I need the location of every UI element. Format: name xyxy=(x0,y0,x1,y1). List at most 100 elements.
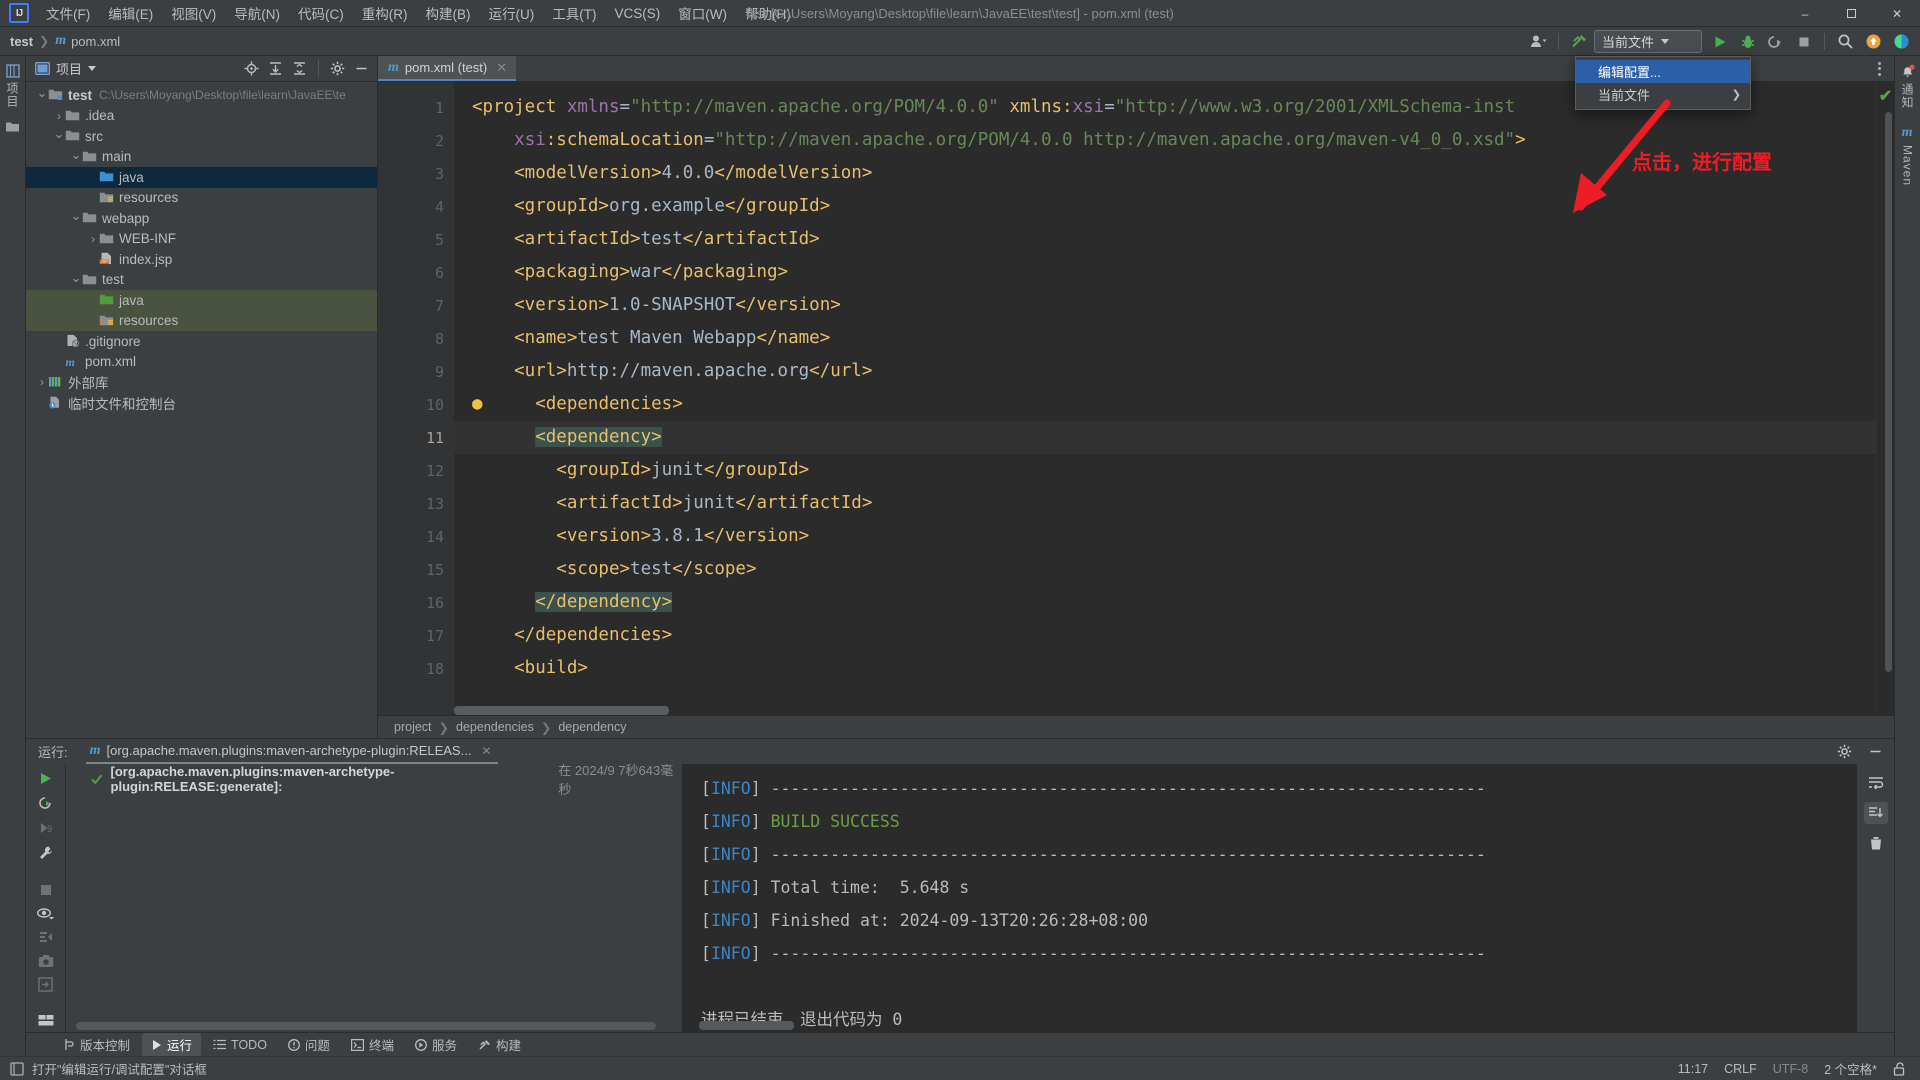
gutter-line-2[interactable]: 2 xyxy=(378,124,454,157)
gutter-line-4[interactable]: 4 xyxy=(378,190,454,223)
update-icon[interactable] xyxy=(1860,30,1886,54)
editor-gutter[interactable]: 1 2 3 4 5 6 7 8 9 10 11 12 13 14 15 16 17 18 xyxy=(378,82,467,715)
code-line-8[interactable]: <name>test Maven Webapp</name> xyxy=(454,322,1876,355)
locate-icon[interactable] xyxy=(241,59,262,79)
code-line-4[interactable]: <groupId>org.example</groupId> xyxy=(454,190,1876,223)
layout-icon[interactable] xyxy=(34,1014,58,1027)
menu-run[interactable]: 运行(U) xyxy=(480,0,544,27)
gutter-line-11[interactable]: 11 xyxy=(378,421,467,454)
menu-file[interactable]: 文件(F) xyxy=(37,0,99,27)
search-icon[interactable] xyxy=(1832,30,1858,54)
editor-code-content[interactable]: <project xmlns="http://maven.apache.org/… xyxy=(454,82,1876,715)
tree-expand-arrow[interactable]: ⌄ xyxy=(53,126,65,142)
import-icon[interactable] xyxy=(34,977,58,992)
menu-refactor[interactable]: 重构(R) xyxy=(353,0,417,27)
tree-node--gitignore[interactable]: .gitignore xyxy=(26,331,377,352)
menu-code[interactable]: 代码(C) xyxy=(289,0,353,27)
expand-all-icon[interactable] xyxy=(265,59,286,79)
run-session-tab[interactable]: m [org.apache.maven.plugins:maven-archet… xyxy=(85,739,498,764)
tree-node-main[interactable]: ⌄ main xyxy=(26,147,377,168)
tree-node---------[interactable]: 临时文件和控制台 xyxy=(26,393,377,414)
console-horizontal-scrollbar[interactable] xyxy=(699,1021,1399,1030)
tree-node----[interactable]: › 外部库 xyxy=(26,372,377,393)
camera-icon[interactable] xyxy=(34,954,58,968)
close-button[interactable]: ✕ xyxy=(1874,0,1920,27)
run-tree-horizontal-scrollbar[interactable] xyxy=(76,1022,676,1030)
tree-node-test[interactable]: ⌄ test xyxy=(26,270,377,291)
status-encoding[interactable]: UTF-8 xyxy=(1773,1062,1808,1076)
code-editor[interactable]: 1 2 3 4 5 6 7 8 9 10 11 12 13 14 15 16 17 18 <project xml… xyxy=(378,82,1894,715)
intention-bulb-icon[interactable]: ● xyxy=(472,394,483,414)
tree-node-web-inf[interactable]: › WEB-INF xyxy=(26,229,377,250)
code-line-12[interactable]: <groupId>junit</groupId> xyxy=(454,454,1876,487)
status-indent[interactable]: 2 个空格* xyxy=(1824,1059,1877,1078)
menu-tools[interactable]: 工具(T) xyxy=(543,0,605,27)
code-line-11[interactable]: <dependency> xyxy=(454,421,1876,454)
trash-icon[interactable] xyxy=(1864,832,1888,854)
gutter-line-13[interactable]: 13 xyxy=(378,487,454,520)
code-line-13[interactable]: <artifactId>junit</artifactId> xyxy=(454,487,1876,520)
close-run-tab-icon[interactable]: ✕ xyxy=(481,744,491,758)
code-line-5[interactable]: <artifactId>test</artifactId> xyxy=(454,223,1876,256)
menu-edit[interactable]: 编辑(E) xyxy=(99,0,162,27)
account-icon[interactable] xyxy=(1525,30,1551,54)
build-hammer-icon[interactable] xyxy=(1566,30,1592,54)
nav-project-name[interactable]: test xyxy=(10,34,33,49)
gutter-line-7[interactable]: 7 xyxy=(378,289,454,322)
run-tree-row[interactable]: [org.apache.maven.plugins:maven-archetyp… xyxy=(66,763,682,797)
tool-window-run[interactable]: 运行 xyxy=(142,1033,202,1056)
hide-panel-icon[interactable] xyxy=(351,59,372,79)
stop-icon-run[interactable] xyxy=(34,883,58,897)
tree-expand-arrow[interactable]: ⌄ xyxy=(70,147,82,163)
menu-build[interactable]: 构建(B) xyxy=(417,0,480,27)
soft-wrap-icon[interactable] xyxy=(1864,772,1888,794)
rail-item-notifications[interactable]: 通知 xyxy=(1899,62,1916,111)
popup-item-edit-configurations[interactable]: 编辑配置... xyxy=(1576,60,1750,83)
editor-inspection-bar[interactable]: ✔ xyxy=(1876,82,1894,715)
ide-assistant-icon[interactable] xyxy=(1888,30,1914,54)
tool-window-problems[interactable]: 问题 xyxy=(279,1033,339,1056)
tree-node--idea[interactable]: › .idea xyxy=(26,106,377,127)
code-line-10[interactable]: ● <dependencies> xyxy=(454,388,1876,421)
status-caret-position[interactable]: 11:17 xyxy=(1678,1062,1708,1076)
gutter-line-6[interactable]: 6 xyxy=(378,256,454,289)
tool-window-build[interactable]: 构建 xyxy=(469,1033,530,1056)
code-line-15[interactable]: <scope>test</scope> xyxy=(454,553,1876,586)
gutter-line-16[interactable]: 16 xyxy=(378,586,467,619)
tree-expand-arrow[interactable]: › xyxy=(36,375,48,389)
settings-gear-icon[interactable] xyxy=(327,59,348,79)
popup-item-current-file[interactable]: 当前文件 ❯ xyxy=(1576,83,1750,106)
gutter-line-9[interactable]: 9 xyxy=(378,355,454,388)
eye-filter-icon[interactable] xyxy=(34,906,58,920)
code-line-14[interactable]: <version>3.8.1</version> xyxy=(454,520,1876,553)
scroll-to-end-icon[interactable] xyxy=(1863,802,1888,824)
menu-vcs[interactable]: VCS(S) xyxy=(606,2,670,25)
more-options-icon[interactable] xyxy=(1872,61,1887,76)
rerun-failed-icon[interactable] xyxy=(34,795,58,811)
tool-window-vcs[interactable]: 版本控制 xyxy=(54,1033,139,1056)
run-with-coverage-icon[interactable] xyxy=(1763,30,1789,54)
gutter-line-14[interactable]: 14 xyxy=(378,520,454,553)
tree-expand-arrow[interactable]: ⌄ xyxy=(70,208,82,224)
tool-window-terminal[interactable]: 终端 xyxy=(342,1033,403,1056)
minimize-button[interactable]: – xyxy=(1782,0,1828,27)
tree-node-java[interactable]: java xyxy=(26,167,377,188)
rail-item-maven[interactable]: m Maven xyxy=(1901,123,1915,188)
gutter-line-3[interactable]: 3 xyxy=(378,157,454,190)
close-tab-icon[interactable]: ✕ xyxy=(496,60,507,76)
code-line-6[interactable]: <packaging>war</packaging> xyxy=(454,256,1876,289)
tree-expand-arrow[interactable]: › xyxy=(53,109,65,123)
tree-node-resources[interactable]: resources xyxy=(26,310,377,331)
editor-tab-pom-xml[interactable]: m pom.xml (test) ✕ xyxy=(378,56,517,81)
folder-rail-icon[interactable] xyxy=(5,120,20,133)
skip-icon[interactable]: 9 xyxy=(34,820,58,836)
console-output[interactable]: [INFO] ---------------------------------… xyxy=(683,764,1856,1032)
project-tree[interactable]: ⌄ test C:\Users\Moyang\Desktop\file\learn\… xyxy=(26,82,377,738)
export-icon[interactable] xyxy=(34,929,58,945)
menu-navigate[interactable]: 导航(N) xyxy=(225,0,289,27)
gutter-line-8[interactable]: 8 xyxy=(378,322,454,355)
menu-help[interactable]: 帮助(H) xyxy=(736,0,800,27)
project-panel-chevron-down-icon[interactable] xyxy=(88,66,97,71)
breadcrumb-project[interactable]: project xyxy=(394,720,432,734)
gutter-line-10[interactable]: 10 xyxy=(378,388,467,421)
